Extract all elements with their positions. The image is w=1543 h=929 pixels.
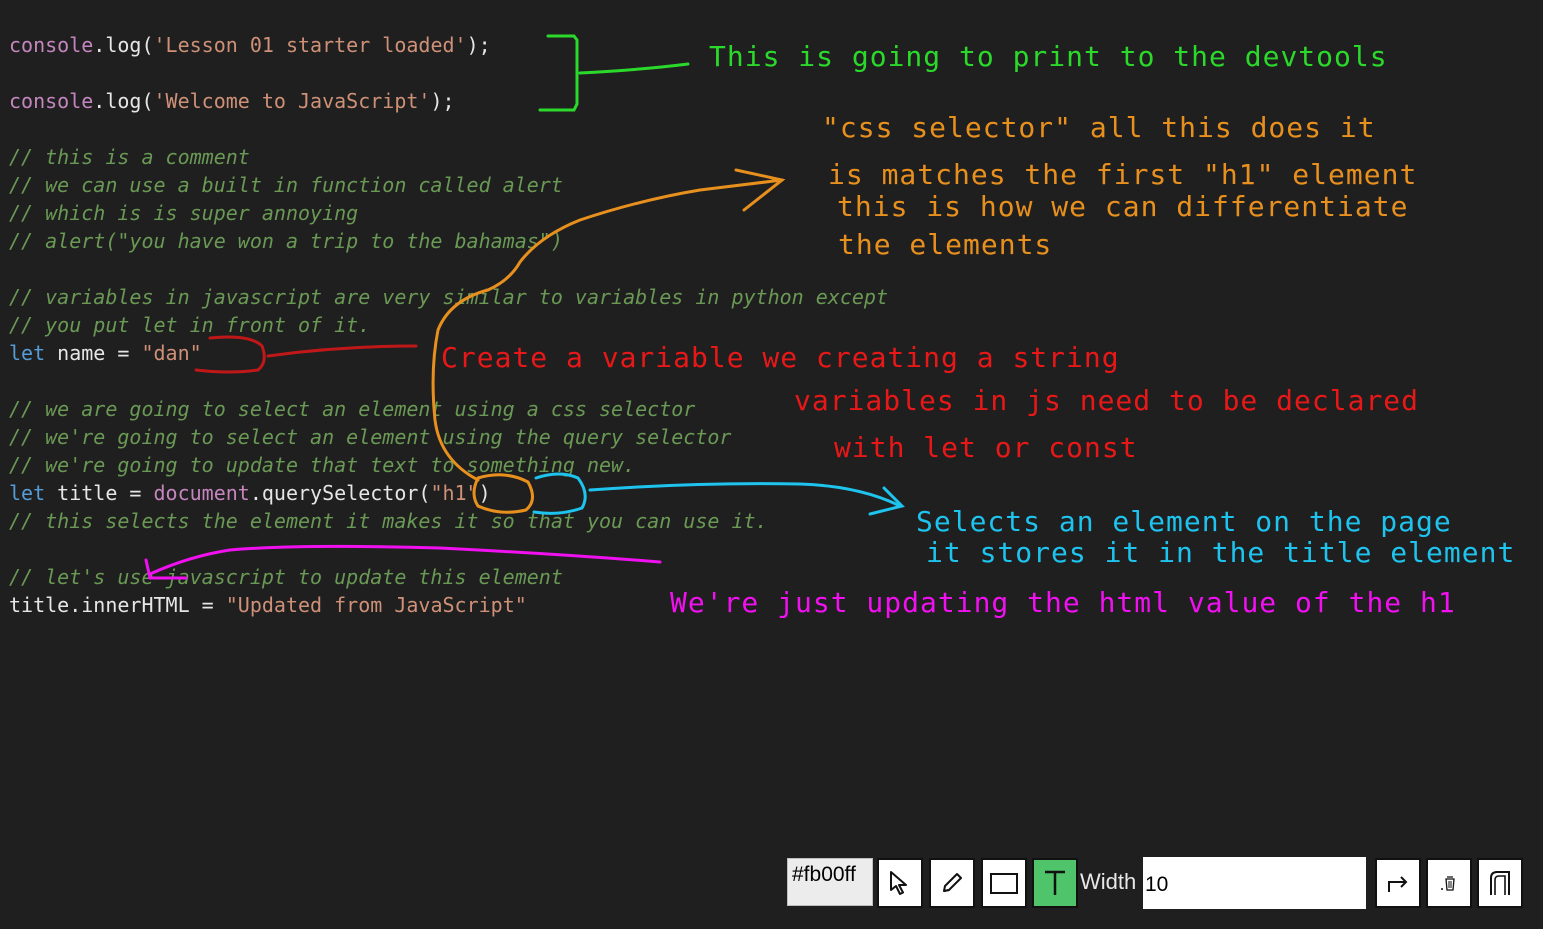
- annotation-orange-4: the elements: [838, 228, 1053, 261]
- code-token: let: [9, 481, 46, 505]
- red-circle-stroke: [194, 335, 266, 374]
- code-token: );: [430, 89, 455, 113]
- annotation-blue-2: it stores it in the title element: [926, 536, 1516, 569]
- code-comment: // this is a comment: [9, 145, 250, 169]
- clear-icon: [1490, 871, 1510, 895]
- code-token: .: [93, 89, 106, 113]
- code-token: "Updated from JavaScript": [225, 593, 527, 617]
- code-token: name =: [45, 341, 142, 365]
- code-comment: // which is is super annoying: [9, 201, 359, 225]
- code-comment: // we're going to select an element usin…: [9, 425, 732, 449]
- clear-canvas-button[interactable]: [1477, 858, 1523, 908]
- drawing-canvas[interactable]: console.log('Lesson 01 starter loaded');…: [0, 0, 1543, 929]
- green-arrow-stroke: [578, 62, 690, 75]
- annotation-red-1: Create a variable we creating a string: [441, 341, 1120, 374]
- orange-arrowhead-stroke: [734, 168, 786, 212]
- annotation-green: This is going to print to the devtools: [709, 40, 1388, 73]
- pointer-icon: [890, 871, 907, 895]
- annotation-blue-1: Selects an element on the page: [916, 505, 1452, 538]
- code-line-let-name: let name = "dan": [9, 339, 202, 367]
- code-token: console: [9, 89, 94, 113]
- code-token: (: [141, 89, 154, 113]
- annotation-red-3: with let or const: [834, 431, 1138, 464]
- text-icon: [1045, 870, 1065, 895]
- redo-button[interactable]: [1375, 858, 1421, 908]
- pointer-tool-button[interactable]: [877, 858, 923, 908]
- red-arrow-stroke: [266, 344, 418, 358]
- code-token: ): [478, 481, 491, 505]
- code-token: let: [9, 341, 46, 365]
- code-comment: // alert("you have won a trip to the bah…: [9, 229, 563, 253]
- annotation-orange-3: this is how we can differentiate: [837, 190, 1409, 223]
- code-comment: // variables in javascript are very simi…: [9, 285, 888, 309]
- pencil-icon: [943, 873, 962, 892]
- code-token: (: [418, 481, 431, 505]
- rectangle-tool-button[interactable]: [981, 858, 1027, 908]
- code-comment: // let's use javascript to update this e…: [9, 565, 563, 589]
- green-bracket-stroke: [538, 34, 579, 112]
- code-token: 'Welcome to JavaScript': [153, 89, 431, 113]
- annotation-orange-1: "css selector" all this does it: [822, 111, 1376, 144]
- color-picker[interactable]: #fb00ff: [787, 858, 873, 906]
- code-token: 'Lesson 01 starter loaded': [153, 33, 467, 57]
- trash-icon: [1441, 876, 1455, 891]
- code-token: document: [153, 481, 250, 505]
- code-comment: // we are going to select an element usi…: [9, 397, 696, 421]
- code-token: title.innerHTML =: [9, 593, 226, 617]
- code-token: .: [93, 33, 106, 57]
- code-line-let-title: let title = document.querySelector("h1"): [9, 479, 491, 507]
- width-label: Width: [1080, 869, 1137, 894]
- text-tool-button[interactable]: [1032, 858, 1078, 908]
- code-token: querySelector: [261, 481, 419, 505]
- code-token: "h1": [430, 481, 479, 505]
- code-token: title =: [45, 481, 154, 505]
- code-token: );: [466, 33, 491, 57]
- redo-icon: [1388, 876, 1408, 892]
- blue-arrowhead-stroke: [868, 486, 905, 516]
- pencil-tool-button[interactable]: [929, 858, 975, 908]
- code-comment: // this selects the element it makes it …: [9, 509, 768, 533]
- code-comment: // we're going to update that text to so…: [9, 453, 636, 477]
- code-line-inner-html: title.innerHTML = "Updated from JavaScri…: [9, 591, 527, 619]
- code-token: "dan": [141, 341, 202, 365]
- blue-arrow-stroke: [588, 482, 902, 508]
- code-comment: // we can use a built in function called…: [9, 173, 563, 197]
- code-line-console-log-2: console.log('Welcome to JavaScript');: [9, 87, 455, 115]
- code-line-console-log-1: console.log('Lesson 01 starter loaded');: [9, 31, 491, 59]
- code-token: console: [9, 33, 94, 57]
- delete-button[interactable]: [1426, 858, 1472, 908]
- rectangle-icon: [990, 873, 1018, 894]
- width-input[interactable]: [1143, 857, 1366, 909]
- annotation-magenta: We're just updating the html value of th…: [670, 586, 1456, 619]
- code-token: log: [105, 89, 142, 113]
- code-token: (: [141, 33, 154, 57]
- code-token: log: [105, 33, 142, 57]
- code-token: .: [249, 481, 262, 505]
- annotation-red-2: variables in js need to be declared: [794, 384, 1420, 417]
- code-comment: // you put let in front of it.: [9, 313, 371, 337]
- annotation-orange-2: is matches the first "h1" element: [828, 158, 1418, 191]
